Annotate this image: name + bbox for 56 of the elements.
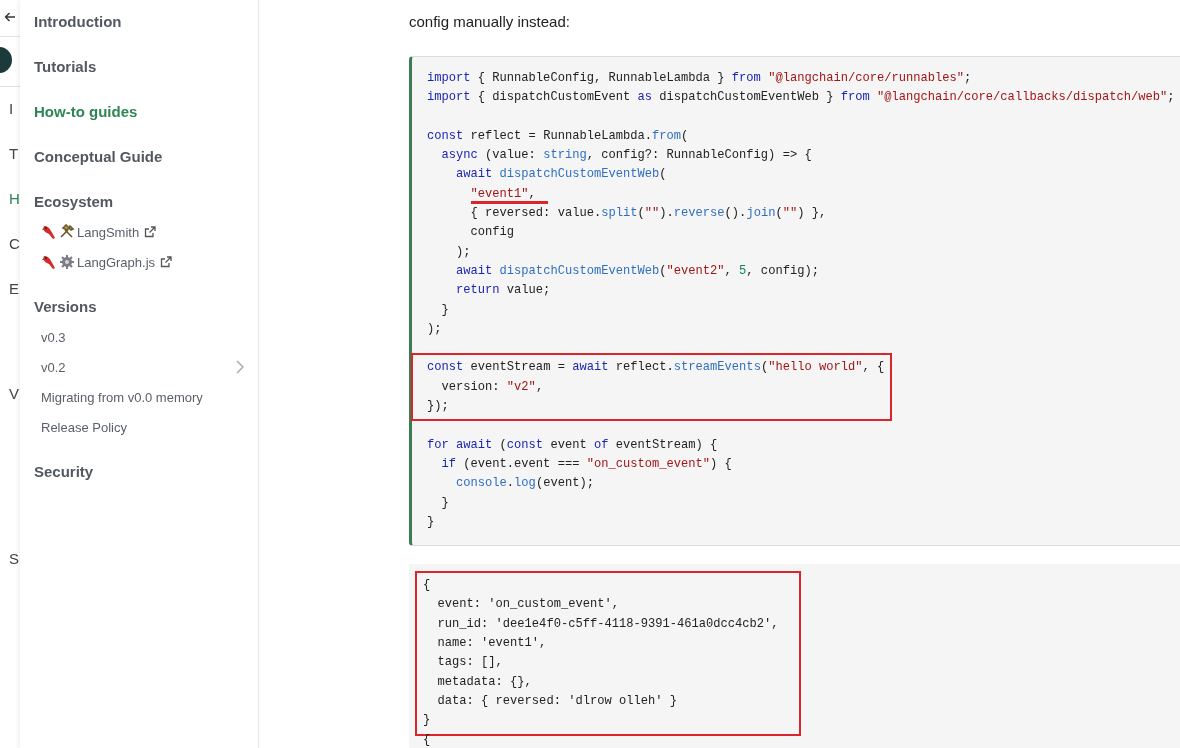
code-line: }); (427, 398, 449, 416)
code-line: run_id: 'dee1e4f0-c5ff-4118-9391-461a0dcc4cb2', (436, 615, 779, 633)
back-arrow-icon[interactable] (4, 11, 16, 23)
sidebar-item[interactable]: E (9, 279, 20, 299)
code-line: } (423, 712, 431, 730)
sidebar-link[interactable]: v0.3 (41, 329, 66, 345)
code-line: import { RunnableConfig, RunnableLambda } from "@langchain/core/runnables"; (427, 70, 972, 87)
code-line: for await (const event of eventStream) { (427, 436, 718, 454)
code-line: { (423, 731, 431, 748)
code-line: config (469, 224, 515, 242)
sidebar-link[interactable]: Migrating from v0.0 memory (41, 389, 203, 405)
code-line: import { dispatchCustomEvent as dispatchCustomEventWeb } from "@langchain/core/callbacks/dispatch/web"; (427, 89, 1175, 107)
sidebar-item[interactable]: T (9, 144, 20, 164)
code-line: "event1", (427, 184, 548, 205)
code-line: name: 'event1', (436, 635, 547, 652)
sidebar-link[interactable]: Release Policy (41, 419, 127, 435)
gear-icon (59, 254, 75, 270)
code-line: { reversed: value.split("").reverse().join("") }, (469, 205, 827, 223)
parrot-icon (41, 254, 57, 270)
code-line: if (event.event === "on_custom_event") { (440, 455, 732, 473)
paragraph: config manually instead: (409, 12, 571, 32)
code-line: } (440, 301, 449, 319)
sidebar-item[interactable]: How-to guides (34, 97, 138, 127)
code-line: console.log(event); (455, 475, 594, 493)
code-line: data: { reversed: 'dlrow olleh' } (436, 692, 677, 710)
sidebar-link[interactable]: v0.2 (41, 359, 66, 375)
sidebar-item[interactable]: H (9, 189, 20, 209)
tools-icon (59, 224, 75, 240)
code-line: ); (427, 320, 442, 338)
sidebar-item[interactable]: Tutorials (34, 52, 97, 82)
sidebar-item[interactable]: I (9, 99, 20, 119)
code-line: tags: [], (436, 654, 503, 672)
code-line: async (value: string, config?: RunnableConfig) => { (440, 147, 812, 165)
code-line: const reflect = RunnableLambda.from( (427, 127, 689, 145)
sidebar-item[interactable]: C (9, 234, 20, 254)
code-line: } (440, 494, 449, 512)
sidebar-link[interactable]: LangGraph.js (77, 254, 156, 270)
sidebar-item[interactable]: Ecosystem (34, 187, 114, 217)
sidebar-item[interactable]: Conceptual Guide (34, 142, 163, 172)
sidebar-item[interactable]: Security (34, 457, 94, 487)
code-line: event: 'on_custom_event', (436, 596, 619, 614)
code-line: const eventStream = await reflect.streamEvents("hello world", { (427, 359, 885, 377)
sidebar-link[interactable]: LangSmith (77, 224, 140, 240)
code-line: version: "v2", (440, 378, 544, 396)
code-line: metadata: {}, (436, 673, 532, 691)
code-line: await dispatchCustomEventWeb("event2", 5, config); (455, 262, 819, 280)
code-line: return value; (455, 282, 551, 300)
sidebar-item[interactable]: Introduction (34, 7, 122, 37)
sidebar-item[interactable]: S (9, 549, 20, 569)
sidebar-item[interactable]: Versions (34, 292, 97, 322)
code-line: ); (455, 243, 471, 261)
code-line: } (427, 513, 435, 531)
code-line: await dispatchCustomEventWeb( (455, 166, 667, 184)
code-line: { (423, 577, 431, 595)
parrot-icon (41, 224, 57, 240)
sidebar-item[interactable]: V (9, 384, 20, 404)
